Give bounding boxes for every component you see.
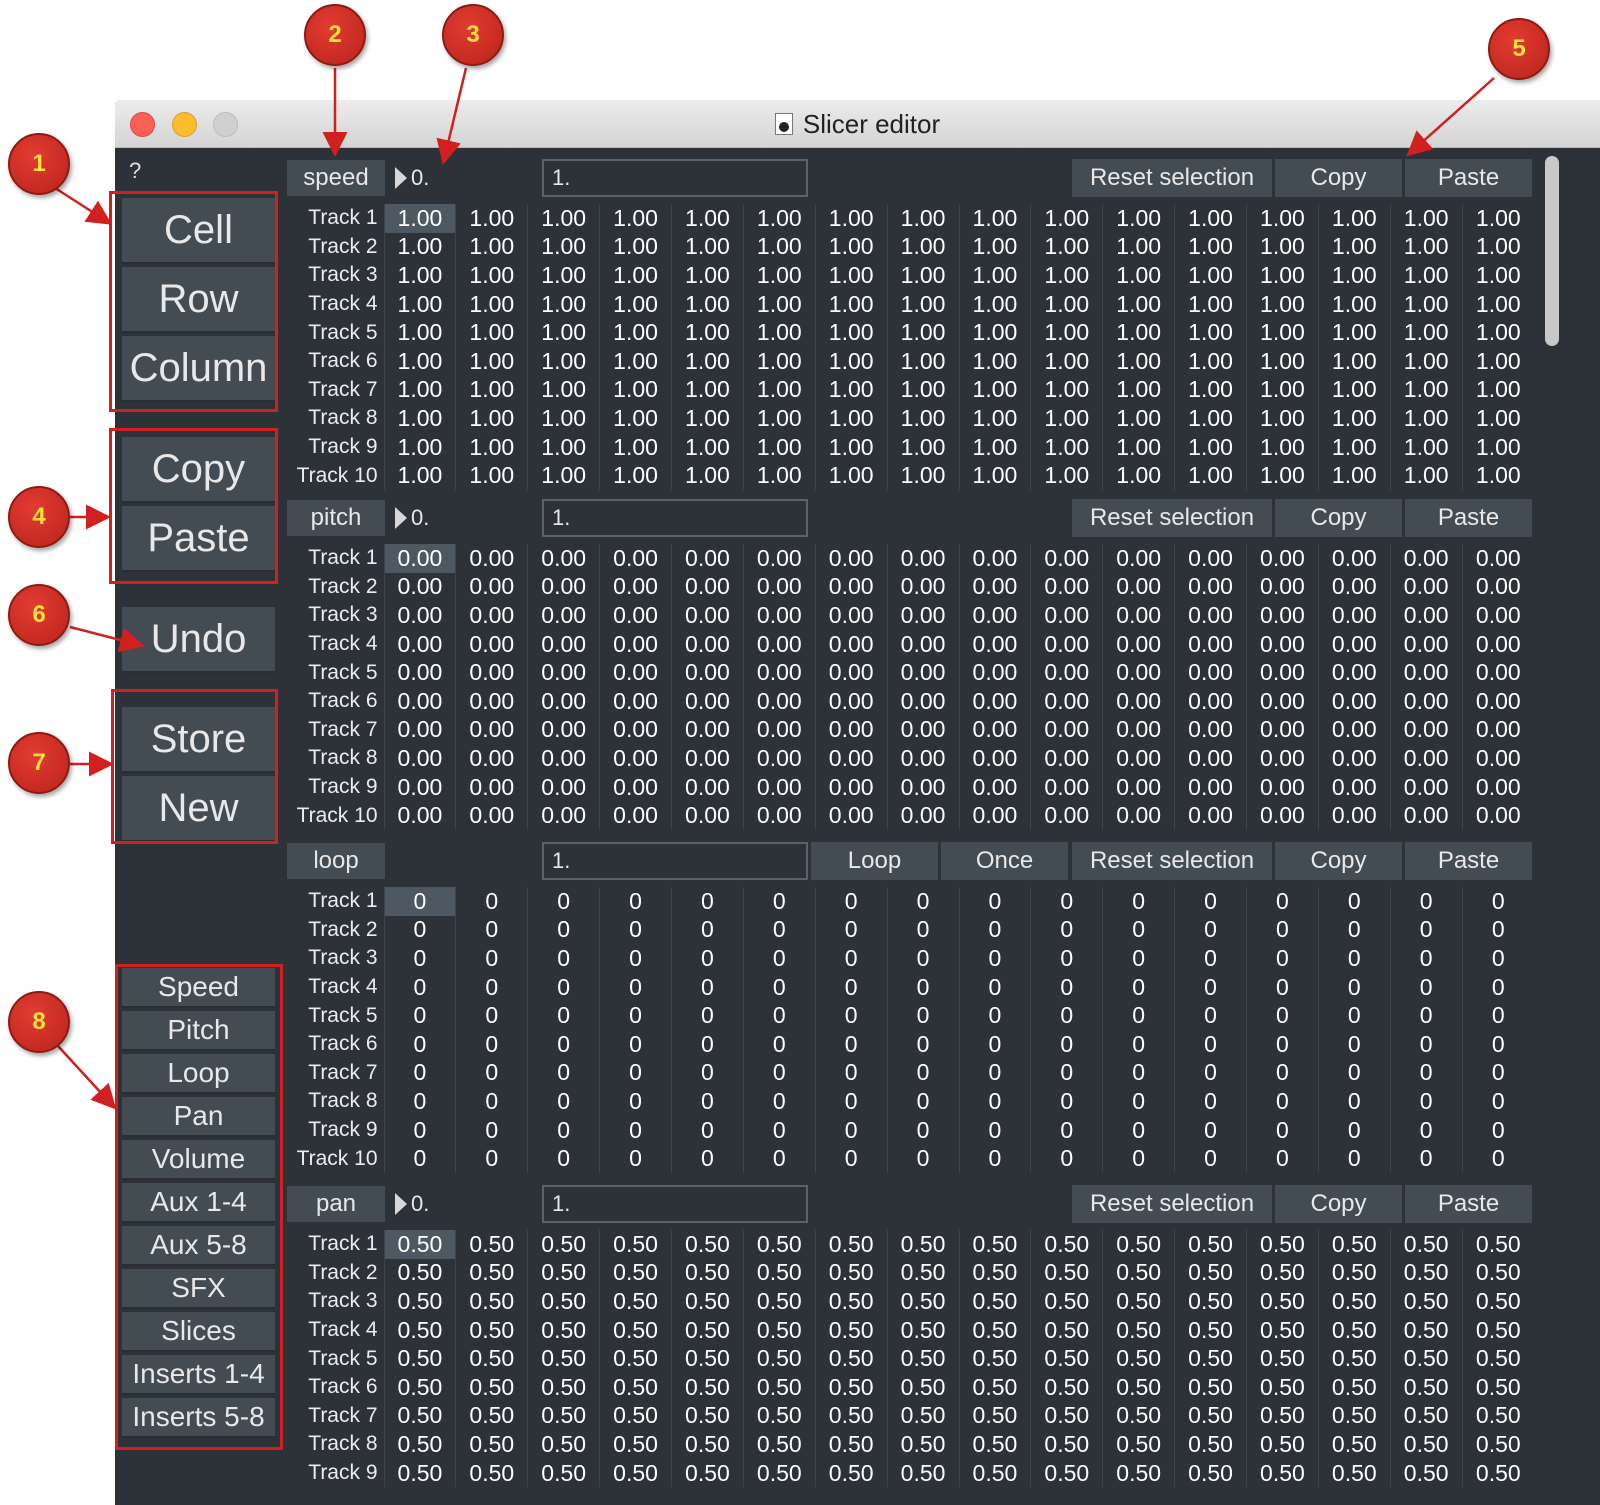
annotation-badge-4: 4 xyxy=(8,486,70,548)
annotation-badge-8: 8 xyxy=(8,991,70,1053)
annotation-badge-3: 3 xyxy=(442,4,504,66)
annotation-arrows xyxy=(51,67,1495,1110)
annotation-badge-2: 2 xyxy=(304,4,366,66)
annotation-badge-1: 1 xyxy=(8,133,70,195)
annotation-badge-5: 5 xyxy=(1488,18,1550,80)
annotation-badge-6: 6 xyxy=(8,584,70,646)
annotation-badge-7: 7 xyxy=(8,732,70,794)
